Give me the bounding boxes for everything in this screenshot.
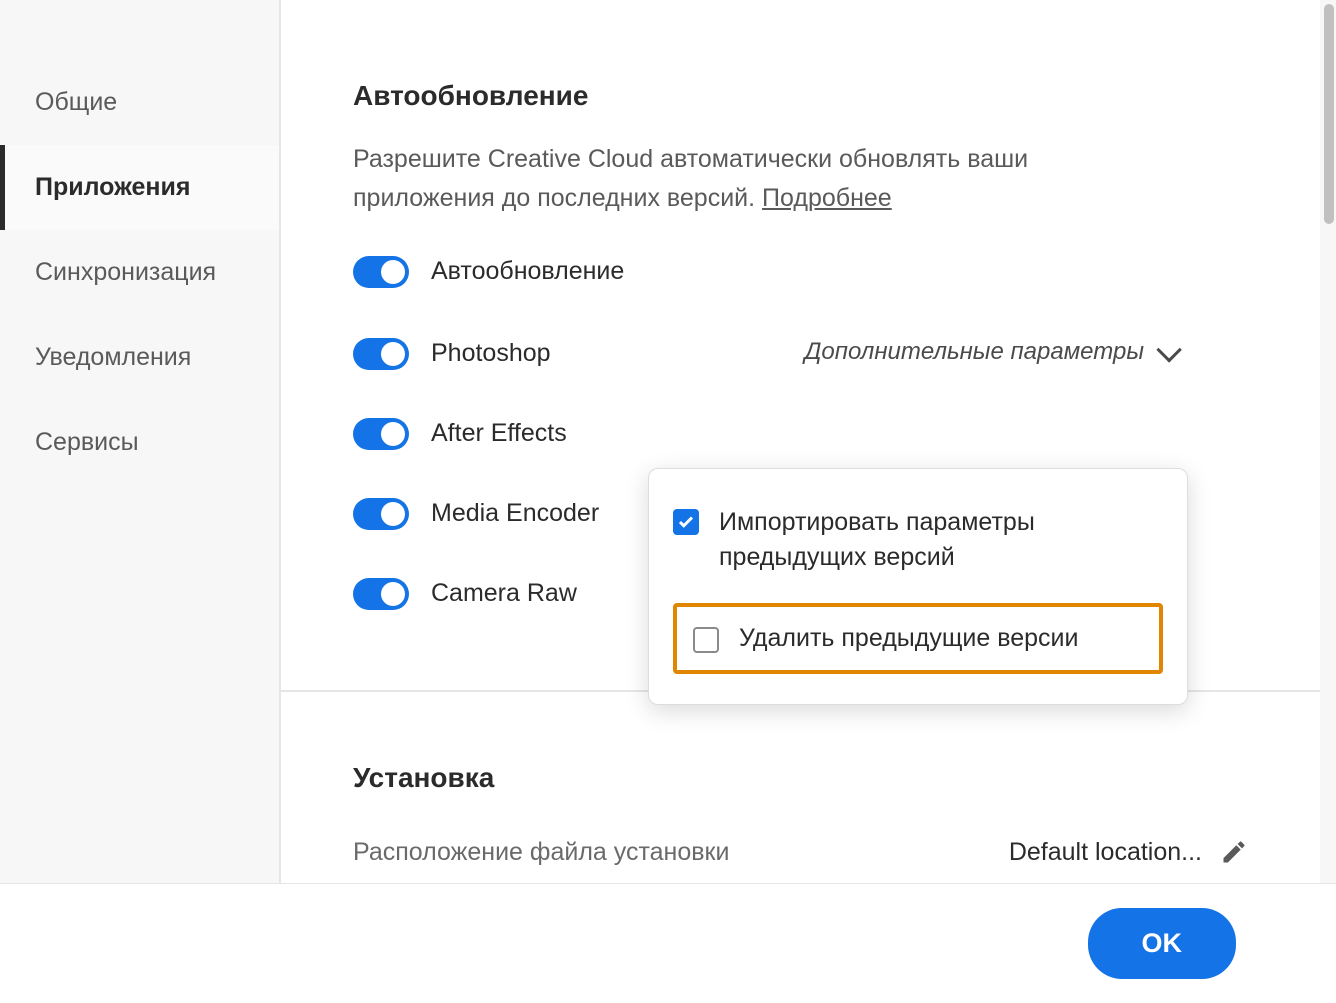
chevron-down-icon bbox=[1156, 337, 1181, 362]
pencil-icon[interactable] bbox=[1220, 838, 1248, 866]
settings-sidebar: Общие Приложения Синхронизация Уведомлен… bbox=[0, 0, 280, 883]
advanced-params-popover: Импортировать параметры предыдущих верси… bbox=[648, 468, 1188, 705]
dialog-footer: OK bbox=[0, 883, 1336, 1003]
app-label-aftereffects: After Effects bbox=[431, 419, 567, 448]
install-section: Установка Расположение файла установки D… bbox=[281, 690, 1320, 867]
ok-button[interactable]: OK bbox=[1088, 908, 1237, 979]
advanced-params-label: Дополнительные параметры bbox=[805, 338, 1144, 366]
import-settings-label: Импортировать параметры предыдущих верси… bbox=[719, 505, 1163, 575]
app-label-mediaencoder: Media Encoder bbox=[431, 499, 599, 528]
autoupdate-desc-text: Разрешите Creative Cloud автоматически о… bbox=[353, 145, 1028, 212]
toggle-aftereffects[interactable] bbox=[353, 418, 409, 450]
app-label-photoshop: Photoshop bbox=[431, 339, 551, 368]
install-location-value: Default location... bbox=[1009, 838, 1202, 867]
sidebar-item-apps[interactable]: Приложения bbox=[0, 145, 279, 230]
sidebar-item-sync[interactable]: Синхронизация bbox=[0, 230, 279, 315]
import-settings-row: Импортировать параметры предыдущих верси… bbox=[673, 505, 1163, 575]
master-autoupdate-row: Автообновление bbox=[353, 256, 1248, 288]
toggle-autoupdate[interactable] bbox=[353, 256, 409, 288]
check-icon bbox=[677, 513, 695, 531]
toggle-photoshop[interactable] bbox=[353, 338, 409, 370]
toggle-cameraraw[interactable] bbox=[353, 578, 409, 610]
install-location-value-group: Default location... bbox=[1009, 838, 1248, 867]
install-location-label: Расположение файла установки bbox=[353, 838, 729, 867]
app-row-aftereffects: After Effects bbox=[353, 418, 1248, 450]
advanced-params-toggle[interactable]: Дополнительные параметры bbox=[805, 338, 1176, 366]
autoupdate-description: Разрешите Creative Cloud автоматически о… bbox=[353, 140, 1113, 218]
scrollbar[interactable] bbox=[1324, 4, 1334, 224]
delete-previous-highlight: Удалить предыдущие версии bbox=[673, 603, 1163, 674]
checkbox-import-settings[interactable] bbox=[673, 509, 699, 535]
settings-content: Автообновление Разрешите Creative Cloud … bbox=[280, 0, 1320, 883]
toggle-mediaencoder[interactable] bbox=[353, 498, 409, 530]
section-title-autoupdate: Автообновление bbox=[353, 80, 1248, 112]
delete-previous-label: Удалить предыдущие версии bbox=[739, 621, 1078, 656]
install-location-row: Расположение файла установки Default loc… bbox=[353, 838, 1248, 867]
learn-more-link[interactable]: Подробнее bbox=[762, 184, 892, 212]
section-title-install: Установка bbox=[353, 762, 1248, 794]
toggle-autoupdate-label: Автообновление bbox=[431, 257, 624, 286]
sidebar-item-notifications[interactable]: Уведомления bbox=[0, 315, 279, 400]
checkbox-delete-previous[interactable] bbox=[693, 627, 719, 653]
app-label-cameraraw: Camera Raw bbox=[431, 579, 577, 608]
sidebar-item-general[interactable]: Общие bbox=[0, 60, 279, 145]
sidebar-item-services[interactable]: Сервисы bbox=[0, 400, 279, 485]
app-row-photoshop: Photoshop Дополнительные параметры bbox=[353, 338, 1248, 370]
apps-block: Photoshop Дополнительные параметры After… bbox=[353, 338, 1248, 610]
